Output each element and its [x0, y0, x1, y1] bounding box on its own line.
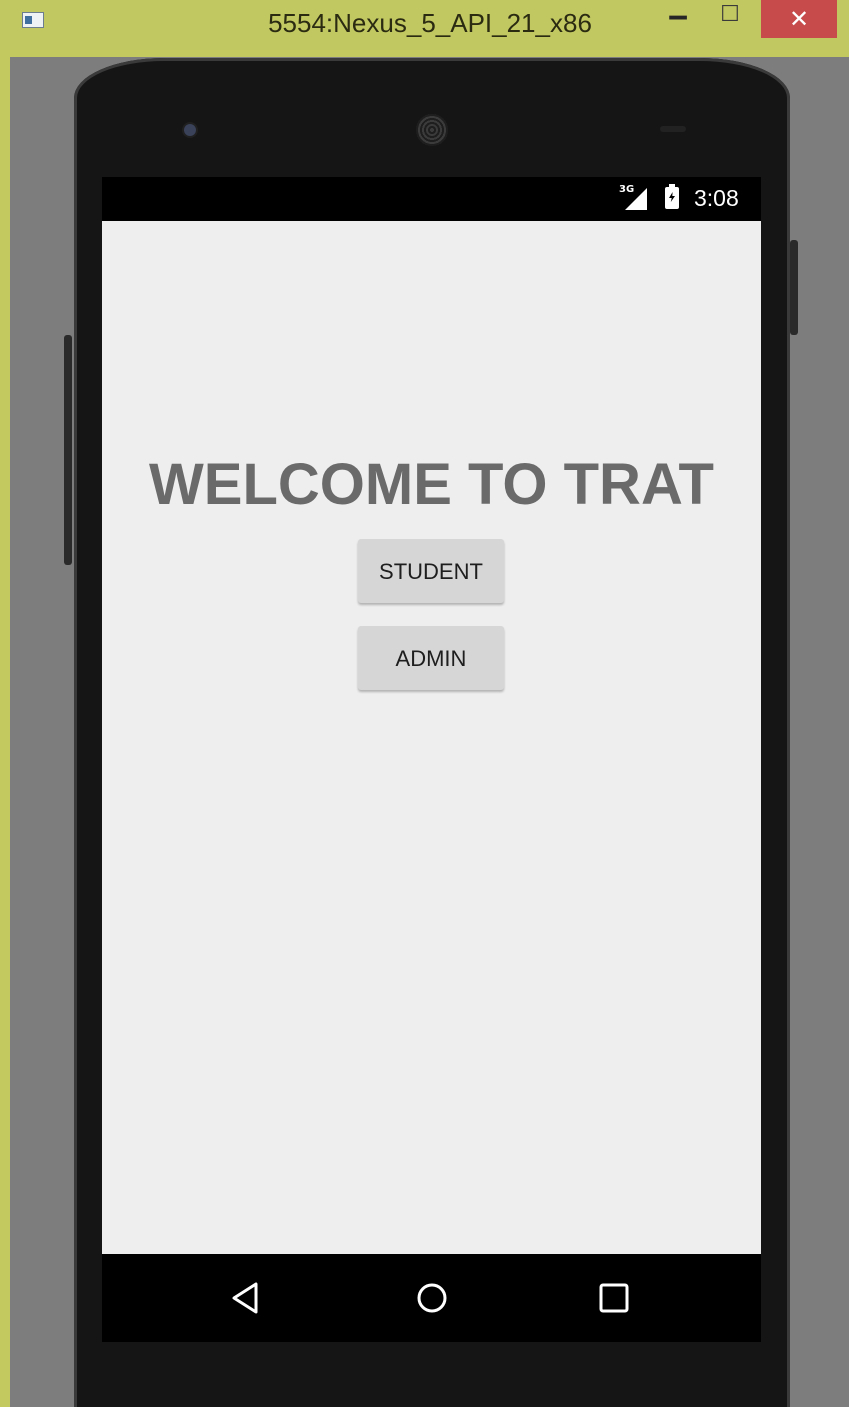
app-window-icon[interactable]	[22, 12, 44, 28]
front-camera-icon	[184, 124, 196, 136]
window-title: 5554:Nexus_5_API_21_x86	[268, 8, 592, 38]
volume-button[interactable]	[64, 335, 72, 565]
home-icon[interactable]	[410, 1276, 454, 1320]
android-status-bar: 3G 3:08	[102, 177, 761, 221]
android-nav-bar	[102, 1254, 761, 1342]
emulator-window: 5554:Nexus_5_API_21_x86 ‒ ☐ ✕ 3G 3:08 WE…	[0, 0, 849, 1407]
student-button[interactable]: STUDENT	[358, 539, 504, 603]
maximize-button[interactable]: ☐	[712, 0, 748, 38]
back-icon[interactable]	[226, 1276, 270, 1320]
window-title-bar[interactable]: 5554:Nexus_5_API_21_x86 ‒ ☐ ✕	[0, 0, 849, 50]
signal-icon	[625, 188, 647, 210]
recents-icon[interactable]	[592, 1276, 636, 1320]
status-clock: 3:08	[694, 185, 739, 211]
battery-charging-icon	[665, 184, 679, 209]
welcome-heading: WELCOME TO TRAT	[149, 452, 714, 517]
power-button[interactable]	[790, 240, 798, 335]
app-screen: WELCOME TO TRAT STUDENT ADMIN	[102, 221, 761, 1254]
minimize-button[interactable]: ‒	[660, 0, 696, 38]
earpiece-speaker-icon	[416, 114, 448, 146]
proximity-sensor	[660, 126, 686, 132]
close-button[interactable]: ✕	[761, 0, 837, 38]
admin-button[interactable]: ADMIN	[358, 626, 504, 690]
